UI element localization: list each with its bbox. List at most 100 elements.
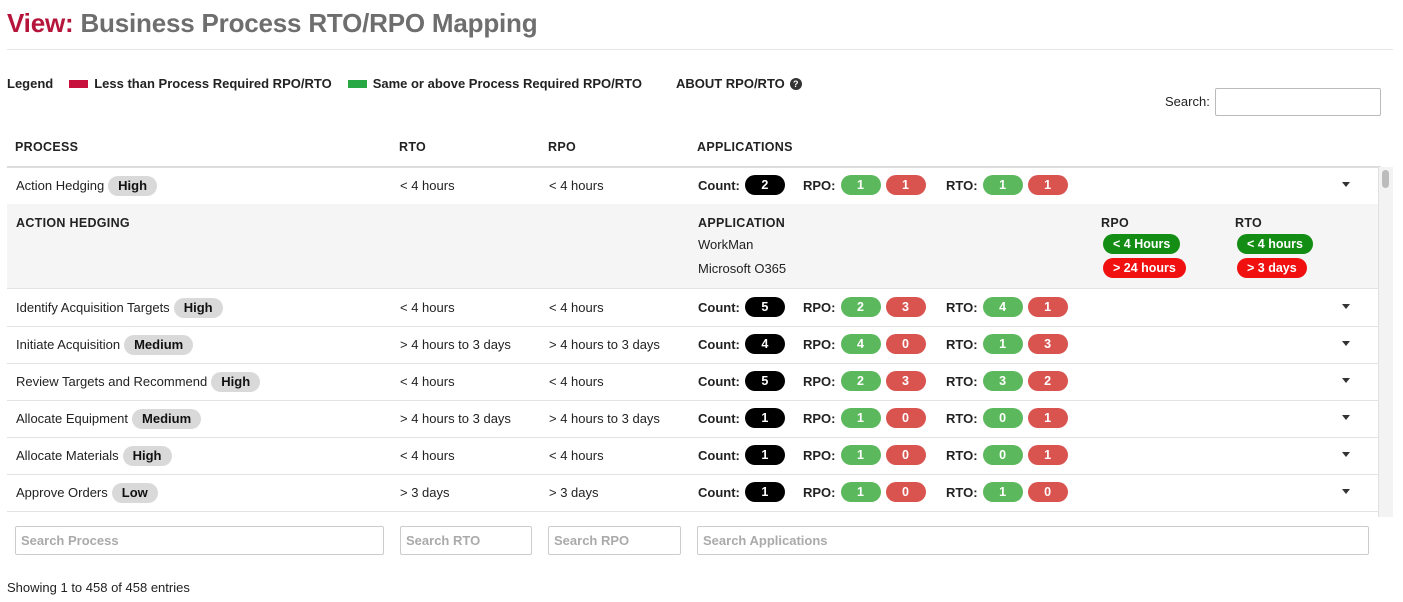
- chevron-down-icon[interactable]: [1342, 378, 1350, 383]
- count-badge: 5: [744, 297, 785, 317]
- rpo-fail-badge: 0: [885, 445, 926, 465]
- chevron-down-icon[interactable]: [1342, 341, 1350, 346]
- count-group: Count: 2: [698, 175, 785, 195]
- scrollbar-thumb[interactable]: [1382, 170, 1389, 188]
- count-label: Count:: [698, 373, 740, 389]
- rto-ok-badge: 1: [982, 175, 1023, 195]
- detail-process-heading: ACTION HEDGING: [16, 216, 130, 230]
- count-label: Count:: [698, 336, 740, 352]
- criticality-badge: High: [122, 446, 172, 466]
- legend: Legend Less than Process Required RPO/RT…: [7, 76, 802, 91]
- rto-label: RTO:: [946, 373, 978, 389]
- process-cell: Identify Acquisition Targets High: [16, 289, 223, 326]
- rpo-cell: < 4 hours: [549, 300, 604, 315]
- table-scrollbar[interactable]: [1378, 167, 1393, 517]
- count-group: Count: 1: [698, 482, 785, 502]
- rpo-cell: > 3 days: [549, 485, 599, 500]
- rpo-ok-badge: 1: [840, 408, 881, 428]
- process-name: Approve Orders: [16, 485, 108, 500]
- title-divider: [7, 49, 1393, 50]
- count-badge: 1: [744, 445, 785, 465]
- count-label: Count:: [698, 177, 740, 193]
- process-cell: Initiate Acquisition Medium: [16, 326, 194, 363]
- col-rto[interactable]: RTO: [399, 140, 426, 154]
- rpo-ok-badge: 2: [840, 371, 881, 391]
- rpo-ok-badge: 1: [840, 482, 881, 502]
- rpo-label: RPO:: [803, 447, 836, 463]
- process-cell: Allocate Equipment Medium: [16, 400, 202, 437]
- process-name: Review Targets and Recommend: [16, 374, 208, 389]
- chevron-down-icon[interactable]: [1342, 182, 1350, 187]
- process-name: Allocate Materials: [16, 448, 119, 463]
- rpo-summary: RPO: 4 0: [803, 334, 926, 354]
- about-rpo-rto-link[interactable]: ABOUT RPO/RTO ?: [676, 76, 802, 91]
- detail-rpo-badge: < 4 Hours: [1103, 234, 1181, 254]
- col-rpo[interactable]: RPO: [548, 140, 576, 154]
- search-applications-input[interactable]: [697, 526, 1369, 555]
- rto-cell: > 3 days: [400, 485, 450, 500]
- table-row[interactable]: Initiate Acquisition Medium > 4 hours to 3…: [7, 326, 1378, 364]
- count-label: Count:: [698, 410, 740, 426]
- col-applications[interactable]: APPLICATIONS: [697, 140, 793, 154]
- rpo-cell: > 4 hours to 3 days: [549, 411, 660, 426]
- table-row[interactable]: Identify Acquisition Targets High < 4 hour…: [7, 289, 1378, 327]
- legend-item-label: Same or above Process Required RPO/RTO: [372, 76, 642, 91]
- count-badge: 2: [744, 175, 785, 195]
- rto-summary: RTO: 1 0: [946, 482, 1068, 502]
- rto-label: RTO:: [946, 299, 978, 315]
- rto-summary: RTO: 0 1: [946, 408, 1068, 428]
- table-row[interactable]: Allocate Equipment Medium > 4 hours to 3 d…: [7, 400, 1378, 438]
- criticality-badge: High: [211, 372, 261, 392]
- table-row[interactable]: Action Hedging High < 4 hours < 4 hours Coun…: [7, 167, 1378, 205]
- rto-ok-badge: 1: [982, 334, 1023, 354]
- search-rpo-input[interactable]: [548, 526, 681, 555]
- rpo-fail-badge: 1: [885, 175, 926, 195]
- table-row[interactable]: Allocate Materials High < 4 hours < 4 hours…: [7, 437, 1378, 475]
- count-badge: 5: [744, 371, 785, 391]
- chevron-down-icon[interactable]: [1342, 489, 1350, 494]
- chevron-down-icon[interactable]: [1342, 415, 1350, 420]
- rpo-label: RPO:: [803, 484, 836, 500]
- chevron-down-icon[interactable]: [1342, 304, 1350, 309]
- rto-cell: < 4 hours: [400, 300, 455, 315]
- rto-ok-badge: 0: [982, 445, 1023, 465]
- rpo-summary: RPO: 1 0: [803, 482, 926, 502]
- criticality-badge: High: [108, 176, 158, 196]
- expanded-detail: ACTION HEDGING APPLICATION RPO RTO WorkM…: [7, 204, 1378, 289]
- count-group: Count: 5: [698, 297, 785, 317]
- rpo-cell: < 4 hours: [549, 448, 604, 463]
- table-row[interactable]: Approve Orders Low > 3 days > 3 days Count: 1…: [7, 474, 1378, 512]
- rto-fail-badge: 0: [1027, 482, 1068, 502]
- rto-ok-badge: 1: [982, 482, 1023, 502]
- count-badge: 1: [744, 408, 785, 428]
- legend-item-label: Less than Process Required RPO/RTO: [94, 76, 332, 91]
- rto-cell: > 4 hours to 3 days: [400, 337, 511, 352]
- rpo-cell: < 4 hours: [549, 374, 604, 389]
- detail-rto-heading: RTO: [1235, 216, 1263, 230]
- rpo-ok-badge: 1: [840, 175, 881, 195]
- process-name: Initiate Acquisition: [16, 337, 121, 352]
- question-circle-icon[interactable]: ?: [789, 77, 802, 90]
- about-label: ABOUT RPO/RTO: [675, 76, 785, 91]
- count-group: Count: 1: [698, 445, 785, 465]
- detail-app-name: Microsoft O365: [698, 261, 787, 276]
- rto-cell: < 4 hours: [400, 178, 455, 193]
- rpo-summary: RPO: 2 3: [803, 371, 926, 391]
- process-name: Identify Acquisition Targets: [16, 300, 170, 315]
- search-rto-input[interactable]: [400, 526, 532, 555]
- rpo-summary: RPO: 1 0: [803, 445, 926, 465]
- legend-swatch-green: [347, 79, 367, 88]
- count-badge: 4: [744, 334, 785, 354]
- rpo-fail-badge: 0: [885, 334, 926, 354]
- table-row[interactable]: Review Targets and Recommend High < 4 hour…: [7, 363, 1378, 401]
- rto-fail-badge: 1: [1027, 408, 1068, 428]
- rpo-summary: RPO: 1 1: [803, 175, 926, 195]
- rto-ok-badge: 0: [982, 408, 1023, 428]
- chevron-down-icon[interactable]: [1342, 452, 1350, 457]
- search-process-input[interactable]: [15, 526, 384, 555]
- legend-item-less: Less than Process Required RPO/RTO: [69, 76, 332, 91]
- col-process[interactable]: PROCESS: [15, 140, 78, 154]
- rto-summary: RTO: 0 1: [946, 445, 1068, 465]
- count-badge: 1: [744, 482, 785, 502]
- search-input[interactable]: [1215, 88, 1381, 116]
